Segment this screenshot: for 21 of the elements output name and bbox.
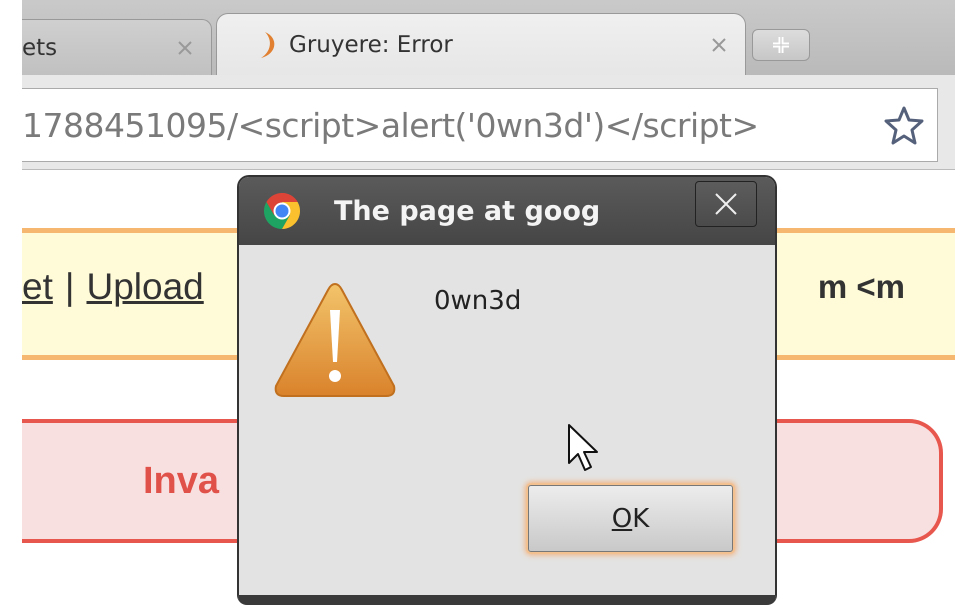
star-icon[interactable] [883,104,925,146]
user-label: m <m [818,268,905,306]
address-bar[interactable]: 1788451095/<script>alert('0wn3d')</script> [22,88,938,162]
new-tab-button[interactable] [752,29,810,61]
warning-icon [272,280,398,400]
browser-tab[interactable]: Gruyere: Error [216,13,746,75]
close-button[interactable] [695,181,757,227]
close-icon [713,191,739,217]
close-icon[interactable] [711,36,727,52]
mouse-pointer-icon [567,423,601,473]
menu-link[interactable]: Upload [86,266,204,308]
close-icon[interactable] [177,40,193,56]
menu-link[interactable]: et [22,266,53,308]
browser-tab[interactable]: ets [22,19,212,75]
plus-icon [770,34,792,56]
error-message: Inva [143,460,220,502]
menu-separator: | [64,266,74,308]
ok-button[interactable]: OK [528,485,733,552]
app-icon [262,191,302,231]
dialog-message: 0wn3d [434,286,522,318]
dialog-title: The page at goog [334,196,602,226]
